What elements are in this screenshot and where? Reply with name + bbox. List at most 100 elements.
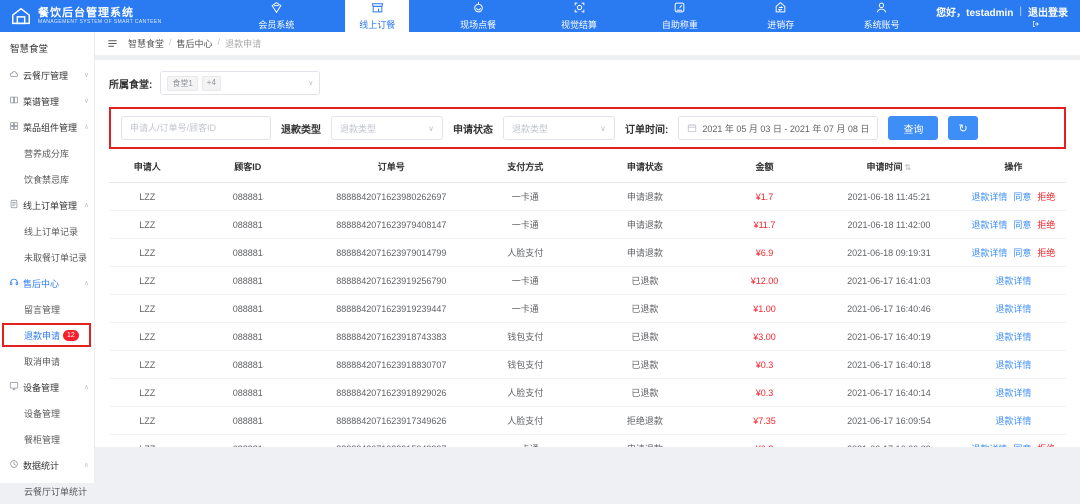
reject-link[interactable]: 拒绝 — [1037, 220, 1055, 230]
sidebar-item-label: 餐柜管理 — [24, 433, 60, 446]
payment-cell: 人脸支付 — [473, 407, 578, 435]
status-cell: 申请退款 — [578, 183, 712, 211]
amount-cell: ¥3.00 — [712, 323, 817, 351]
sort-icon[interactable]: ⇅ — [902, 163, 911, 172]
customer-id-cell: 088881 — [186, 323, 310, 351]
nav-item-member-system[interactable]: 会员系统 — [244, 0, 308, 32]
status-cell: 拒绝退款 — [578, 407, 712, 435]
nav-item-label: 系统账号 — [864, 18, 900, 31]
logo-text: 餐饮后台管理系统 MANAGEMENT SYSTEM OF SMART CANT… — [38, 7, 162, 25]
sidebar-item-label: 取消申请 — [24, 355, 60, 368]
sidebar-item-cloud-order-stats[interactable]: 云餐厅订单统计 — [0, 478, 94, 504]
sidebar-item-refund-request[interactable]: 退款申请12 — [0, 322, 94, 348]
breadcrumb-item[interactable]: 售后中心 — [177, 37, 213, 50]
sidebar-group-device-mgmt[interactable]: 设备管理∧ — [0, 374, 94, 400]
sidebar-item-cancel-request[interactable]: 取消申请 — [0, 348, 94, 374]
date-range-value: 2021 年 05 月 03 日 - 2021 年 07 月 08 日 — [702, 122, 869, 135]
self-weigh-icon — [673, 1, 686, 16]
stats-icon — [9, 459, 19, 471]
logout-button[interactable]: 退出登录 — [1028, 4, 1068, 19]
sidebar-group-online-order-mgmt[interactable]: 线上订单管理∧ — [0, 192, 94, 218]
refund-detail-link[interactable]: 退款详情 — [971, 248, 1007, 258]
sidebar-group-label: 菜谱管理 — [23, 95, 59, 108]
sidebar-group-cloud-restaurant[interactable]: 云餐厅管理∨ — [0, 62, 94, 88]
order-no-cell: 8888842071623979014799 — [310, 239, 473, 267]
sidebar-item-cabinet-mgmt[interactable]: 餐柜管理 — [0, 426, 94, 452]
refresh-button[interactable]: ↻ — [948, 116, 977, 140]
payment-cell: 人脸支付 — [473, 239, 578, 267]
agree-link[interactable]: 同意 — [1013, 444, 1031, 447]
sidebar-item-online-order-records[interactable]: 线上订单记录 — [0, 218, 94, 244]
refund-detail-link[interactable]: 退款详情 — [971, 220, 1007, 230]
amount-cell: ¥6.9 — [712, 239, 817, 267]
reject-link[interactable]: 拒绝 — [1037, 248, 1055, 258]
refund-detail-link[interactable]: 退款详情 — [995, 332, 1031, 342]
customer-id-cell: 088881 — [186, 183, 310, 211]
chevron-down-icon: ∨ — [308, 79, 313, 87]
sidebar-group-menu-mgmt[interactable]: 菜谱管理∨ — [0, 88, 94, 114]
logout-icon[interactable] — [1032, 19, 1068, 28]
calendar-icon — [687, 123, 697, 133]
refund-detail-link[interactable]: 退款详情 — [995, 360, 1031, 370]
chevron-down-icon: ∨ — [428, 124, 434, 133]
applicant-cell: LZZ — [109, 407, 186, 435]
topbar: 餐饮后台管理系统 MANAGEMENT SYSTEM OF SMART CANT… — [0, 0, 1080, 32]
column-header: 操作 — [961, 151, 1066, 183]
sidebar-item-message-mgmt[interactable]: 留言管理 — [0, 296, 94, 322]
apply-time-cell: 2021-06-17 16:06:09 — [817, 435, 961, 448]
reject-link[interactable]: 拒绝 — [1037, 444, 1055, 447]
table-row: LZZ0888818888842071623915042937一卡通申请退款¥0… — [109, 435, 1066, 448]
table-row: LZZ0888818888842071623918830707钱包支付已退款¥0… — [109, 351, 1066, 379]
order-no-cell: 8888842071623919239447 — [310, 295, 473, 323]
search-input[interactable] — [121, 116, 271, 140]
agree-link[interactable]: 同意 — [1013, 248, 1031, 258]
sidebar-item-diet-taboo-lib[interactable]: 饮食禁忌库 — [0, 166, 94, 192]
refund-detail-link[interactable]: 退款详情 — [971, 192, 1007, 202]
canteen-filter-row: 所属食堂: 食堂1+4 ∨ — [109, 71, 1066, 95]
sidebar-group-label: 菜品组件管理 — [23, 121, 77, 134]
reject-link[interactable]: 拒绝 — [1037, 192, 1055, 202]
sidebar-group-aftersale-center[interactable]: 售后中心∧ — [0, 270, 94, 296]
sidebar-item-uncollected-order-records[interactable]: 未取餐订单记录 — [0, 244, 94, 270]
breadcrumb-item[interactable]: 智慧食堂 — [128, 37, 164, 50]
refund-detail-link[interactable]: 退款详情 — [995, 304, 1031, 314]
nav-item-inventory[interactable]: 进销存 — [749, 0, 813, 32]
applicant-cell: LZZ — [109, 323, 186, 351]
refund-detail-link[interactable]: 退款详情 — [995, 276, 1031, 286]
sidebar-item-device-mgmt-sub[interactable]: 设备管理 — [0, 400, 94, 426]
payment-cell: 一卡通 — [473, 267, 578, 295]
table-row: LZZ0888818888842071623917349626人脸支付拒绝退款¥… — [109, 407, 1066, 435]
sidebar: 智慧食堂 云餐厅管理∨菜谱管理∨菜品组件管理∧营养成分库饮食禁忌库线上订单管理∧… — [0, 32, 95, 483]
applicant-cell: LZZ — [109, 295, 186, 323]
inventory-icon — [774, 1, 787, 16]
nav-item-visual-settlement[interactable]: 视觉结算 — [547, 0, 611, 32]
nav-item-online-order[interactable]: 线上订餐 — [345, 0, 409, 32]
user-separator: | — [1019, 6, 1022, 17]
refund-detail-link[interactable]: 退款详情 — [995, 416, 1031, 426]
applicant-cell: LZZ — [109, 183, 186, 211]
nav-item-self-weighing[interactable]: 自助称重 — [648, 0, 712, 32]
user-greeting: 您好，testadmin — [936, 4, 1013, 19]
nav-item-onsite-order[interactable]: 现场点餐 — [446, 0, 510, 32]
sidebar-item-label: 退款申请 — [24, 329, 60, 342]
chevron-down-icon: ∨ — [600, 124, 606, 133]
collapse-menu-icon[interactable] — [107, 38, 118, 49]
canteen-select[interactable]: 食堂1+4 ∨ — [160, 71, 320, 95]
sidebar-group-data-stats[interactable]: 数据统计∧ — [0, 452, 94, 478]
canteen-tag: 食堂1 — [167, 76, 197, 91]
menu-icon — [9, 95, 19, 107]
refund-type-placeholder: 退款类型 — [340, 122, 376, 135]
sidebar-group-dish-component[interactable]: 菜品组件管理∧ — [0, 114, 94, 140]
apply-time-cell: 2021-06-17 16:40:14 — [817, 379, 961, 407]
table-header-row: 申请人顾客ID订单号支付方式申请状态金额申请时间 ⇅操作 — [109, 151, 1066, 183]
apply-status-select[interactable]: 退款类型 ∨ — [503, 116, 615, 140]
agree-link[interactable]: 同意 — [1013, 220, 1031, 230]
nav-item-system-account[interactable]: 系统账号 — [850, 0, 914, 32]
refund-detail-link[interactable]: 退款详情 — [971, 444, 1007, 447]
agree-link[interactable]: 同意 — [1013, 192, 1031, 202]
refund-type-select[interactable]: 退款类型 ∨ — [331, 116, 443, 140]
search-button[interactable]: 查询 — [888, 116, 938, 140]
sidebar-item-nutrition-lib[interactable]: 营养成分库 — [0, 140, 94, 166]
refund-detail-link[interactable]: 退款详情 — [995, 388, 1031, 398]
date-range-picker[interactable]: 2021 年 05 月 03 日 - 2021 年 07 月 08 日 — [678, 116, 878, 140]
